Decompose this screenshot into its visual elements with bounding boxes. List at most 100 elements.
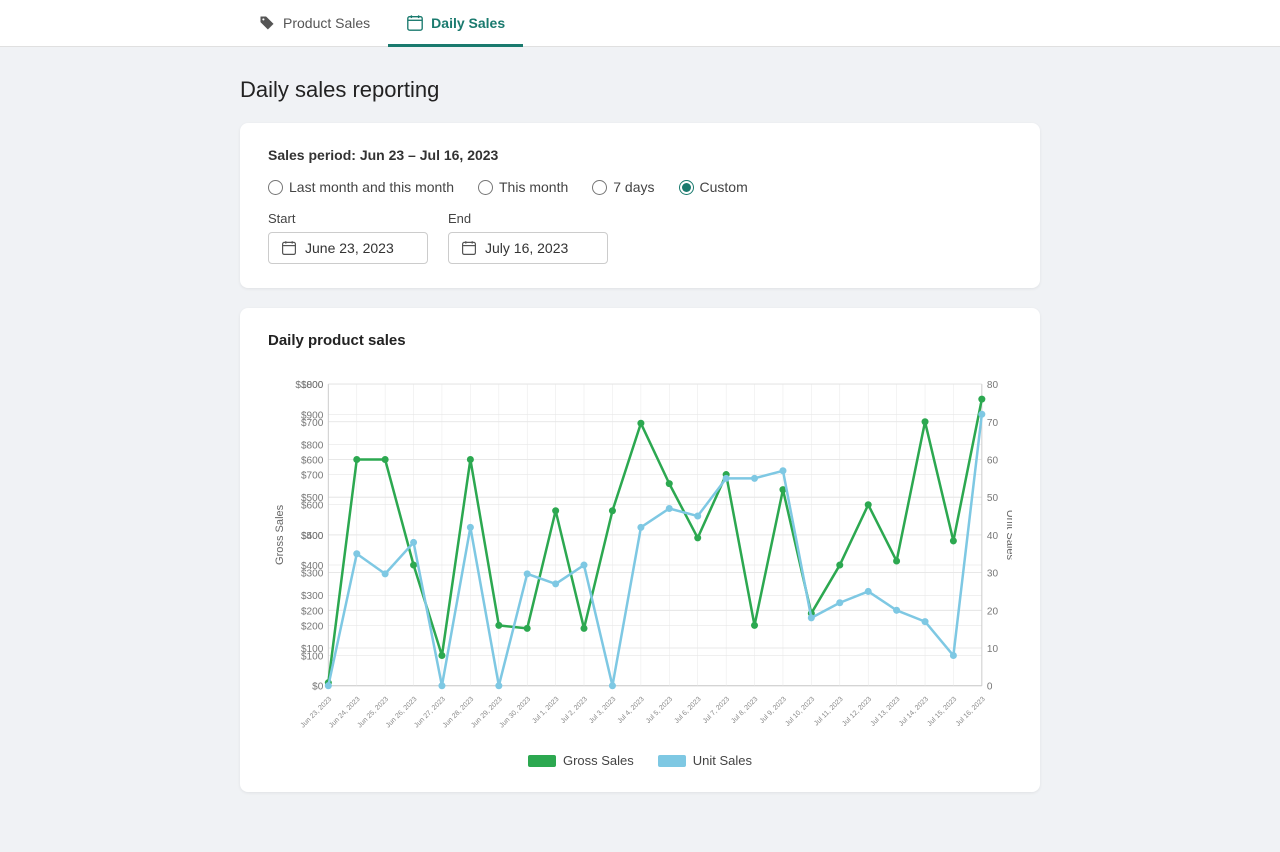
svg-text:$200: $200 — [301, 606, 324, 617]
svg-text:40: 40 — [987, 531, 999, 542]
legend-unit-label: Unit Sales — [693, 753, 752, 768]
radio-this-month[interactable]: This month — [478, 179, 568, 195]
svg-text:$800: $800 — [301, 440, 324, 451]
calendar-icon — [406, 14, 424, 32]
gross-dot-19 — [865, 501, 872, 508]
gross-dot-18 — [836, 562, 843, 569]
unit-dot-14 — [723, 475, 730, 482]
unit-dot-12 — [666, 505, 673, 512]
radio-last-month[interactable]: Last month and this month — [268, 179, 454, 195]
svg-text:Jul 2, 2023: Jul 2, 2023 — [560, 696, 589, 725]
gross-dot-2 — [382, 456, 389, 463]
chart-title: Daily product sales — [268, 332, 1012, 349]
svg-text:20: 20 — [987, 606, 999, 617]
svg-text:Jul 16, 2023: Jul 16, 2023 — [955, 696, 987, 728]
radio-custom[interactable]: Custom — [679, 179, 748, 195]
tab-product-sales-label: Product Sales — [283, 15, 370, 31]
svg-text:Jul 3, 2023: Jul 3, 2023 — [588, 696, 617, 725]
start-date-input[interactable]: June 23, 2023 — [268, 232, 428, 264]
gross-dot-6 — [495, 622, 502, 629]
radio-custom-label: Custom — [700, 179, 748, 195]
gross-dot-15 — [751, 622, 758, 629]
gross-dot-22 — [950, 537, 957, 544]
svg-text:80: 80 — [987, 380, 999, 391]
start-calendar-icon — [281, 240, 297, 256]
svg-text:Jul 4, 2023: Jul 4, 2023 — [617, 696, 646, 725]
unit-dot-4 — [438, 682, 445, 689]
gross-dot-10 — [609, 507, 616, 514]
end-date-input[interactable]: July 16, 2023 — [448, 232, 608, 264]
gross-sales-line — [328, 399, 982, 683]
svg-text:$600: $600 — [301, 501, 324, 512]
svg-text:Jul 9, 2023: Jul 9, 2023 — [759, 696, 788, 725]
gross-dot-4 — [438, 652, 445, 659]
gross-dot-5 — [467, 456, 474, 463]
radio-this-month-input[interactable] — [478, 180, 493, 195]
tab-daily-sales[interactable]: Daily Sales — [388, 0, 523, 47]
chart-card: Daily product sales $0 $100 — [240, 308, 1040, 792]
svg-text:0: 0 — [987, 682, 993, 693]
unit-dot-2 — [382, 570, 389, 577]
svg-text:$500: $500 — [301, 531, 324, 542]
sales-period: Sales period: Jun 23 – Jul 16, 2023 — [268, 147, 1012, 163]
date-row: Start June 23, 2023 End — [268, 211, 1012, 264]
radio-7-days-label: 7 days — [613, 179, 654, 195]
unit-dot-1 — [353, 550, 360, 557]
unit-dot-0 — [325, 682, 332, 689]
unit-dot-6 — [495, 682, 502, 689]
tab-product-sales[interactable]: Product Sales — [240, 0, 388, 47]
legend-unit-color — [658, 755, 686, 767]
end-calendar-icon — [461, 240, 477, 256]
legend-gross-color — [528, 755, 556, 767]
unit-dot-10 — [609, 682, 616, 689]
radio-7-days[interactable]: 7 days — [592, 179, 654, 195]
radio-custom-input[interactable] — [679, 180, 694, 195]
unit-dot-17 — [808, 614, 815, 621]
end-date-value: July 16, 2023 — [485, 240, 568, 256]
legend-gross-sales: Gross Sales — [528, 753, 634, 768]
page-title: Daily sales reporting — [240, 77, 1040, 103]
gross-dot-7 — [524, 625, 531, 632]
legend-gross-label: Gross Sales — [563, 753, 634, 768]
radio-7-days-input[interactable] — [592, 180, 607, 195]
gross-dot-20 — [893, 558, 900, 565]
start-date-group: Start June 23, 2023 — [268, 211, 428, 264]
period-label: Sales period: — [268, 147, 356, 163]
svg-text:$400: $400 — [301, 561, 324, 572]
svg-text:$600: $600 — [301, 456, 324, 467]
end-label: End — [448, 211, 608, 226]
unit-dot-5 — [467, 524, 474, 531]
svg-text:$300: $300 — [301, 591, 324, 602]
chart-legend: Gross Sales Unit Sales — [268, 753, 1012, 768]
svg-text:$700: $700 — [301, 471, 324, 482]
end-date-group: End July 16, 2023 — [448, 211, 608, 264]
svg-text:Gross Sales: Gross Sales — [274, 504, 286, 565]
svg-text:Jul 5, 2023: Jul 5, 2023 — [645, 696, 674, 725]
gross-dot-12 — [666, 480, 673, 487]
start-label: Start — [268, 211, 428, 226]
svg-text:Unit Sales: Unit Sales — [1004, 510, 1012, 561]
tab-bar: Product Sales Daily Sales — [0, 0, 1280, 47]
gross-dot-1 — [353, 456, 360, 463]
svg-text:$1000: $1000 — [295, 380, 323, 391]
svg-text:$900: $900 — [301, 410, 324, 421]
chart-container: $0 $100 $200 $300 $400 $500 $600 $700 $8… — [268, 365, 1012, 745]
radio-group: Last month and this month This month 7 d… — [268, 179, 1012, 195]
svg-text:Jul 6, 2023: Jul 6, 2023 — [673, 696, 702, 725]
svg-text:Jul 7, 2023: Jul 7, 2023 — [702, 696, 731, 725]
tab-daily-sales-label: Daily Sales — [431, 15, 505, 31]
radio-last-month-input[interactable] — [268, 180, 283, 195]
unit-dot-19 — [865, 588, 872, 595]
chart-svg: $0 $100 $200 $300 $400 $500 $600 $700 $8… — [268, 365, 1012, 745]
unit-dot-20 — [893, 607, 900, 614]
unit-dot-21 — [922, 618, 929, 625]
unit-dot-3 — [410, 539, 417, 546]
svg-text:Jul 10, 2023: Jul 10, 2023 — [784, 696, 816, 728]
period-value: Jun 23 – Jul 16, 2023 — [360, 147, 499, 163]
main-content: Daily sales reporting Sales period: Jun … — [0, 47, 1280, 852]
unit-dot-8 — [552, 580, 559, 587]
period-card: Sales period: Jun 23 – Jul 16, 2023 Last… — [240, 123, 1040, 288]
radio-this-month-label: This month — [499, 179, 568, 195]
gross-dot-11 — [637, 420, 644, 427]
gross-dot-8 — [552, 507, 559, 514]
